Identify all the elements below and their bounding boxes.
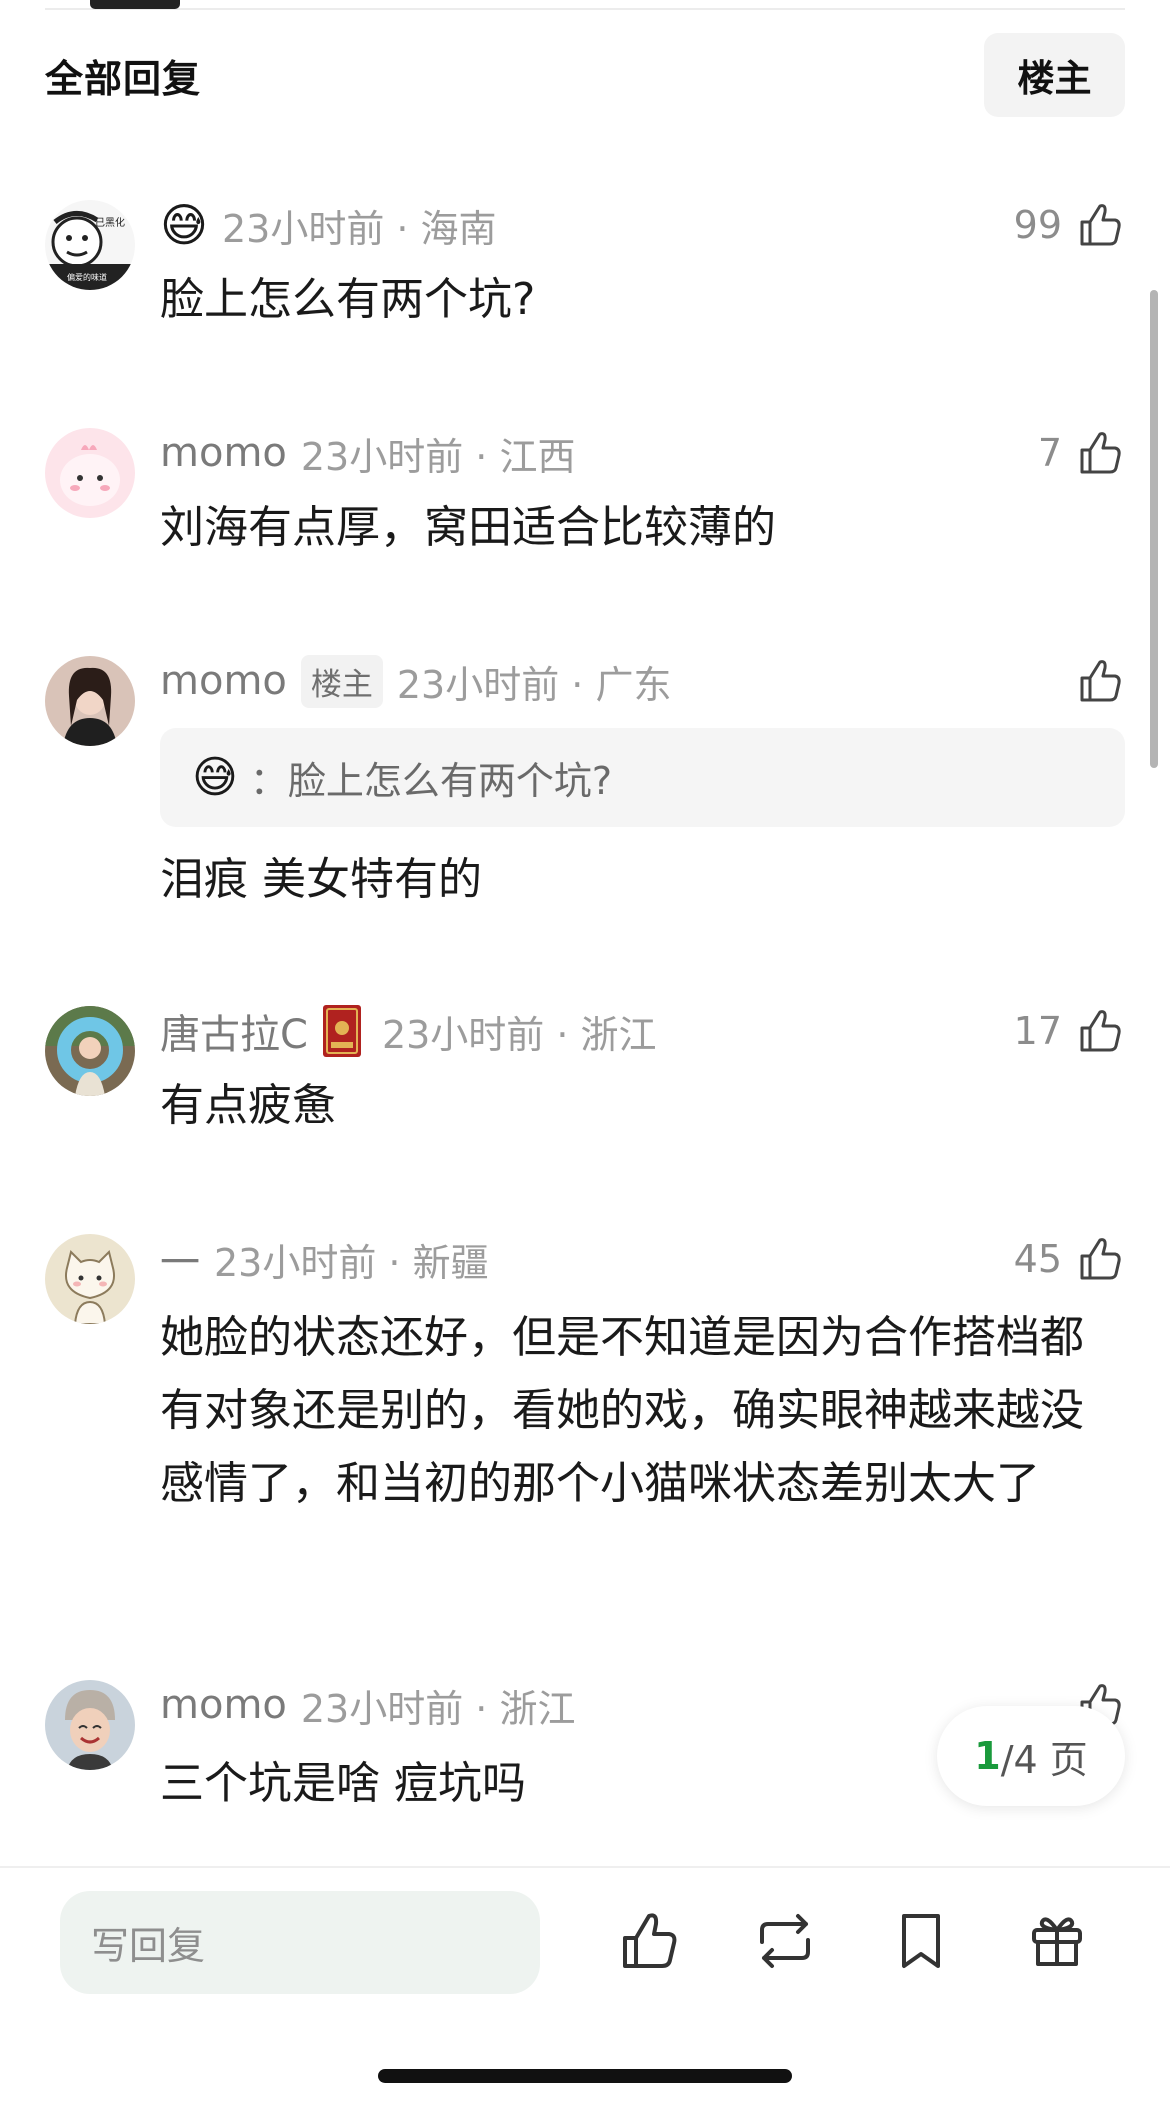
comment-text: 泪痕 美女特有的	[160, 854, 482, 905]
quoted-reply[interactable]: 😅 ： 脸上怎么有两个坑?	[160, 728, 1125, 827]
page-total: /4 页	[1000, 1737, 1088, 1782]
page-indicator[interactable]: 1 /4 页	[937, 1706, 1125, 1806]
like-count: 17	[1013, 1009, 1062, 1053]
thumbs-up-icon	[1080, 660, 1121, 702]
like-button[interactable]: 99	[1014, 197, 1124, 253]
thumbs-up-icon	[1080, 1238, 1121, 1280]
meme-face-avatar[interactable]: 已黑化 偏爱的味道	[45, 200, 135, 290]
page-current: 1	[974, 1734, 1001, 1778]
swim-ring-avatar[interactable]	[45, 1006, 135, 1096]
reply-input[interactable]: 写回复	[60, 1891, 540, 1994]
comment-time-location: 23小时前 · 浙江	[300, 1686, 576, 1731]
pink-cartoon-avatar[interactable]	[45, 428, 135, 518]
all-replies-title: 全部回复	[45, 57, 202, 101]
bookmark-icon[interactable]	[888, 1908, 954, 1974]
comment-meta: 唐古拉C 23小时前 · 浙江	[160, 1003, 657, 1059]
sweat-smile-emoji-icon: 😅	[160, 198, 208, 252]
like-button[interactable]: 7	[1038, 425, 1124, 481]
comment-meta: 😅 23小时前 · 海南	[160, 197, 497, 253]
like-button[interactable]	[1074, 653, 1124, 709]
username[interactable]: 一	[160, 1230, 200, 1288]
comment-time-location: 23小时前 · 海南	[221, 206, 497, 251]
comment-meta: momo 23小时前 · 江西	[160, 425, 575, 481]
avatar-caption-2: 偏爱的味道	[67, 272, 107, 282]
comment-meta: momo 楼主 23小时前 · 广东	[160, 653, 671, 709]
comment-time-location: 23小时前 · 广东	[396, 662, 672, 707]
quote-separator: ：	[249, 759, 288, 803]
cat-cartoon-avatar[interactable]	[45, 1234, 135, 1324]
username[interactable]: momo	[160, 1682, 287, 1728]
comment-time-location: 23小时前 · 新疆	[214, 1240, 489, 1285]
home-indicator	[378, 2069, 792, 2083]
gift-icon[interactable]	[1024, 1908, 1090, 1974]
red-envelope-badge-icon	[322, 1005, 361, 1057]
repost-icon[interactable]	[752, 1908, 818, 1974]
comment-meta: momo 23小时前 · 浙江	[160, 1677, 575, 1733]
tab-indicator	[90, 0, 180, 9]
sweat-smile-emoji-icon: 😅	[192, 752, 238, 803]
like-button[interactable]: 45	[1014, 1231, 1124, 1287]
avatar-caption-1: 已黑化	[95, 216, 125, 229]
username[interactable]: momo	[160, 430, 287, 476]
comment-text: 她脸的状态还好，但是不知道是因为合作搭档都有对象还是别的，看她的戏，确实眼神越来…	[160, 1312, 1084, 1509]
like-count: 45	[1013, 1237, 1062, 1281]
comment-meta: 一 23小时前 · 新疆	[160, 1231, 489, 1287]
comment-text: 脸上怎么有两个坑?	[160, 274, 536, 325]
child-photo-avatar[interactable]	[45, 1680, 135, 1770]
quoted-text: 脸上怎么有两个坑?	[287, 759, 613, 803]
comment-text: 有点疲惫	[160, 1080, 336, 1131]
comment-text: 刘海有点厚，窝田适合比较薄的	[160, 502, 776, 553]
username[interactable]: momo	[160, 658, 287, 704]
op-badge: 楼主	[300, 654, 383, 708]
username[interactable]: 唐古拉C	[160, 1002, 308, 1060]
op-filter-button[interactable]: 楼主	[984, 33, 1125, 117]
like-count: 99	[1013, 203, 1062, 247]
thumbs-up-icon	[1080, 432, 1121, 474]
like-count: 7	[1037, 431, 1062, 475]
comment-time-location: 23小时前 · 浙江	[381, 1012, 657, 1057]
comment-time-location: 23小时前 · 江西	[300, 434, 576, 479]
thumbs-up-icon	[1080, 204, 1121, 246]
scrollbar[interactable]	[1150, 290, 1158, 768]
girl-photo-avatar[interactable]	[45, 656, 135, 746]
like-button[interactable]: 17	[1014, 1003, 1124, 1059]
top-divider	[45, 8, 1125, 10]
thumbs-up-icon	[1080, 1010, 1121, 1052]
like-icon[interactable]	[615, 1908, 681, 1974]
